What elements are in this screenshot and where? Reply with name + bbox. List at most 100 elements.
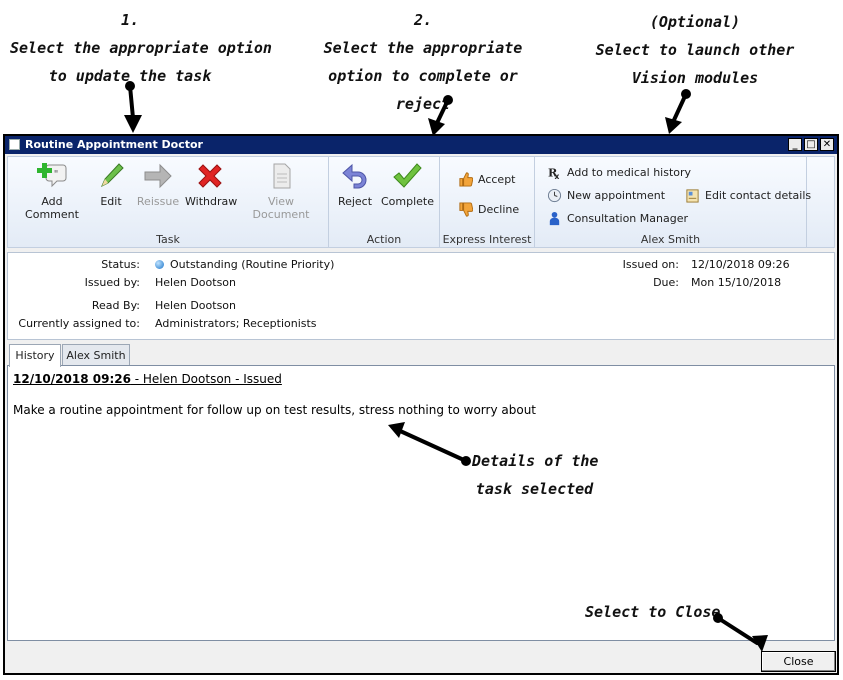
accept-button[interactable]: Accept: [458, 172, 516, 187]
annotation-details-line2: task selected: [475, 480, 594, 498]
annotation-step1-line1: Select the appropriate option: [10, 39, 272, 57]
reject-button[interactable]: Reject: [335, 161, 375, 208]
edit-label: Edit: [100, 195, 122, 208]
read-by-value: Helen Dootson: [155, 299, 237, 312]
tab-history[interactable]: History: [9, 344, 61, 367]
minimize-button[interactable]: _: [788, 138, 802, 151]
window-icon: [9, 139, 20, 150]
task-group-label: Task: [156, 233, 180, 246]
view-document-button[interactable]: View Document: [240, 161, 322, 221]
arrow-step1: [128, 84, 135, 120]
history-entry-text: Make a routine appointment for follow up…: [13, 403, 537, 417]
annotation-details-line1: Details of the: [472, 452, 599, 470]
due-label: Due:: [653, 276, 679, 289]
thumbs-up-icon: [459, 172, 473, 187]
reissue-label: Reissue: [136, 195, 180, 208]
due-value: Mon 15/10/2018: [691, 276, 782, 289]
action-group-label: Action: [366, 233, 402, 246]
reissue-button[interactable]: Reissue: [136, 161, 180, 208]
task-window: Routine Appointment Doctor _ □ ✕ " Add C…: [3, 134, 839, 675]
edit-button[interactable]: Edit: [94, 161, 128, 208]
withdraw-label: Withdraw: [185, 195, 238, 208]
pencil-icon: [101, 163, 124, 188]
edit-contact-details-button[interactable]: Edit contact details: [685, 188, 811, 203]
history-entry-author-status: - Helen Dootson - Issued: [130, 372, 282, 386]
close-button[interactable]: Close: [761, 651, 836, 672]
consultation-manager-button[interactable]: Consultation Manager: [547, 211, 688, 226]
annotation-step2-line1: Select the appropriate: [323, 39, 523, 57]
undo-arrow-icon: [342, 163, 367, 189]
new-appointment-label: New appointment: [567, 189, 666, 202]
decline-button[interactable]: Decline: [458, 202, 519, 217]
clock-icon: [547, 188, 562, 203]
status-dot-icon: [155, 260, 164, 269]
issued-on-label: Issued on:: [622, 258, 679, 271]
annotation-optional: (Optional) Select to launch other Vision…: [590, 8, 800, 92]
ribbon-group-patient: R x Add to medical history New appointme…: [535, 157, 811, 247]
decline-label: Decline: [478, 203, 520, 216]
red-x-icon: [198, 164, 222, 188]
reject-label: Reject: [337, 195, 373, 208]
title-bar: Routine Appointment Doctor _ □ ✕: [5, 136, 837, 154]
assigned-to-label: Currently assigned to:: [18, 317, 140, 330]
issued-by-value: Helen Dootson: [155, 276, 237, 289]
maximize-button[interactable]: □: [804, 138, 818, 151]
add-to-medical-history-button[interactable]: R x Add to medical history: [547, 165, 691, 180]
annotation-optional-line1: (Optional): [649, 13, 741, 31]
add-comment-label: Add Comment: [25, 195, 79, 221]
annotation-step1-line2: to update the task: [48, 67, 212, 85]
svg-text:": ": [54, 169, 59, 180]
patient-group-label: Alex Smith: [640, 233, 701, 246]
arrow-right-icon: [144, 163, 172, 189]
accept-label: Accept: [478, 173, 516, 186]
status-text: Outstanding (Routine Priority): [170, 258, 335, 271]
view-document-label: View Document: [252, 195, 310, 221]
withdraw-button[interactable]: Withdraw: [185, 161, 238, 208]
annotation-close-text: Select to Close: [585, 603, 721, 621]
ribbon-group-task: " Add Comment Edit Reissue Withdraw View…: [8, 157, 329, 247]
history-panel: 12/10/2018 09:26 - Helen Dootson - Issue…: [7, 365, 835, 641]
arrow-optional: [672, 92, 688, 122]
annotation-details: Details of the task selected: [472, 447, 599, 503]
annotation-step2-line3: reject: [395, 95, 451, 113]
status-value: Outstanding (Routine Priority): [155, 258, 334, 271]
close-window-button[interactable]: ✕: [820, 138, 834, 151]
add-to-medical-history-label: Add to medical history: [567, 166, 692, 179]
annotation-step1: 1. Select the appropriate option to upda…: [10, 6, 272, 90]
annotation-optional-line2: Select to launch other: [595, 41, 795, 59]
rx-icon: R x: [548, 165, 560, 180]
contact-card-icon: [686, 189, 699, 203]
issued-by-label: Issued by:: [84, 276, 140, 289]
status-label: Status:: [101, 258, 140, 271]
ribbon: " Add Comment Edit Reissue Withdraw View…: [7, 156, 835, 248]
task-details-panel: Status: Outstanding (Routine Priority) I…: [7, 252, 835, 340]
annotation-step2-line2: option to complete or: [328, 67, 518, 85]
window-title: Routine Appointment Doctor: [25, 138, 203, 151]
complete-button[interactable]: Complete: [381, 161, 435, 208]
add-comment-icon: ": [37, 163, 67, 188]
svg-text:x: x: [555, 172, 560, 180]
tab-alex-smith[interactable]: Alex Smith: [62, 344, 130, 365]
edit-contact-details-label: Edit contact details: [705, 189, 812, 202]
document-icon: [273, 163, 291, 189]
complete-label: Complete: [381, 195, 435, 208]
issued-on-value: 12/10/2018 09:26: [691, 258, 790, 271]
history-entry-timestamp: 12/10/2018 09:26: [13, 372, 131, 386]
add-comment-button[interactable]: " Add Comment: [14, 161, 90, 221]
consultation-manager-label: Consultation Manager: [567, 212, 688, 225]
consultation-icon: [549, 211, 560, 226]
assigned-to-value: Administrators; Receptionists: [155, 317, 317, 330]
express-interest-group-label: Express Interest: [442, 233, 532, 246]
annotation-optional-line3: Vision modules: [631, 69, 759, 87]
ribbon-group-action: Reject Complete Action: [329, 157, 440, 247]
annotation-step1-number: 1.: [120, 11, 140, 29]
new-appointment-button[interactable]: New appointment: [547, 188, 665, 203]
ribbon-group-express-interest: Accept Decline Express Interest: [440, 157, 535, 247]
annotation-step2-number: 2.: [413, 11, 433, 29]
annotation-close: Select to Close: [585, 598, 721, 626]
thumbs-down-icon: [459, 202, 473, 217]
annotation-step2: 2. Select the appropriate option to comp…: [318, 6, 528, 118]
read-by-label: Read By:: [91, 299, 140, 312]
check-icon: [393, 163, 422, 188]
history-entry-header: 12/10/2018 09:26 - Helen Dootson - Issue…: [13, 372, 282, 386]
